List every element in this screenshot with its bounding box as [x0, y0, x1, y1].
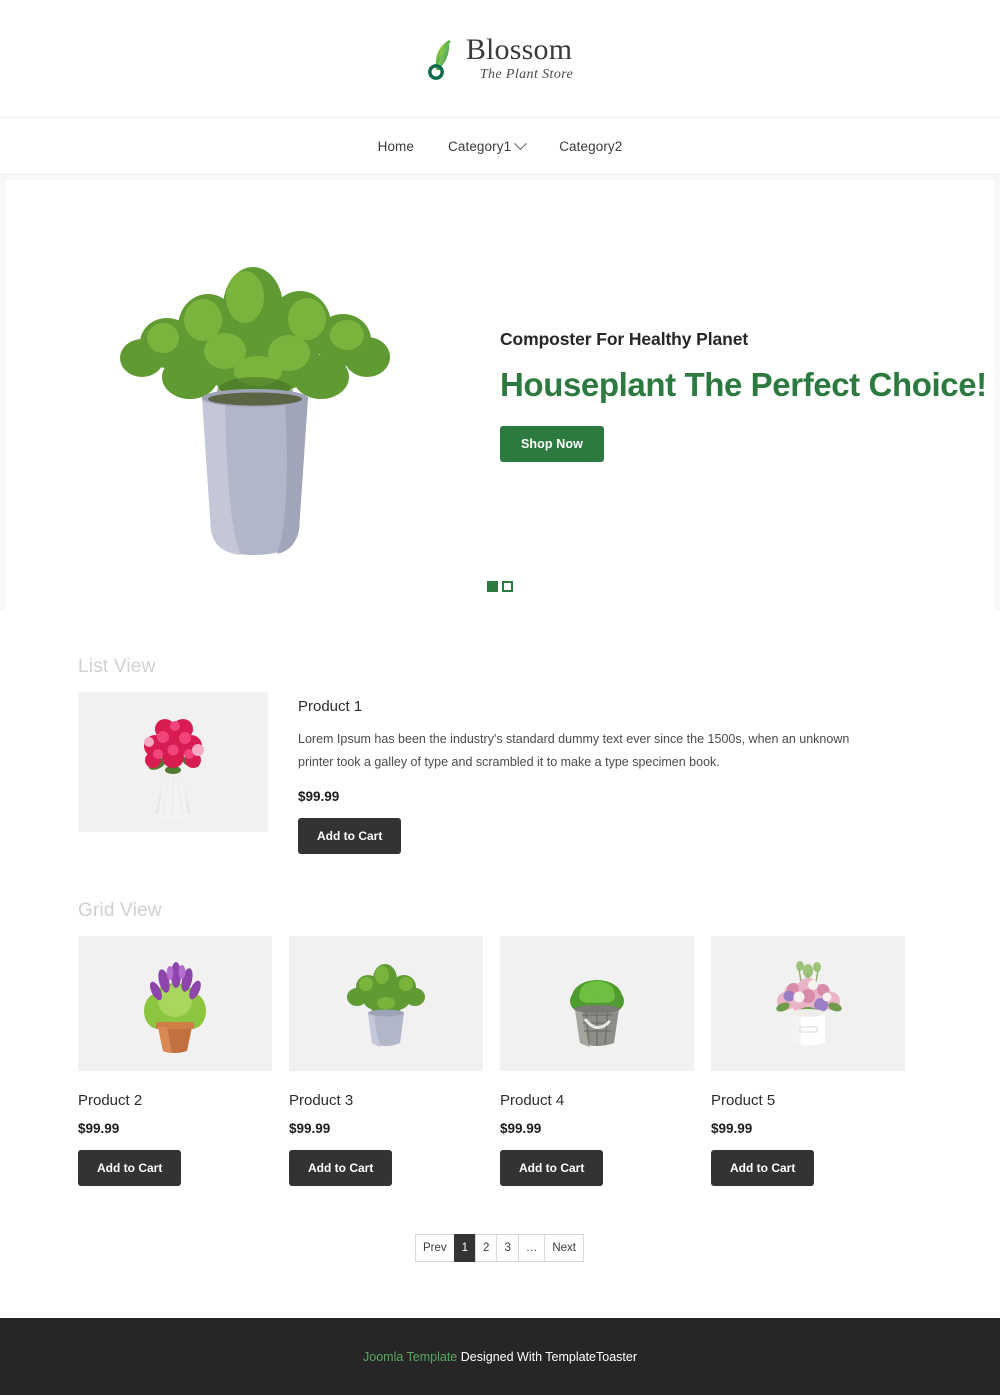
page-title: Houseplant The Perfect Choice! [500, 365, 987, 403]
product-grid: Product 2 $99.99 Add to Cart Product 3 $… [78, 936, 922, 1187]
leaf-sprout-icon [427, 37, 457, 81]
nav-label: Category2 [559, 138, 623, 154]
product-name: Product 1 [298, 698, 363, 715]
brand-name: Blossom [465, 33, 573, 66]
footer-credit: Joomla Template Designed With TemplateTo… [363, 1350, 637, 1364]
add-to-cart-button[interactable]: Add to Cart [500, 1150, 604, 1187]
product-price: $99.99 [78, 1121, 120, 1137]
product-image-3[interactable] [289, 936, 483, 1072]
product-description: Lorem Ipsum has been the industry's stan… [298, 732, 850, 770]
hero-subtitle: Composter For Healthy Planet [500, 328, 749, 349]
pagination-page-1[interactable]: 1 [453, 1234, 477, 1263]
product-card: Product 5 $99.99 Add to Cart [711, 936, 905, 1187]
add-to-cart-button[interactable]: Add to Cart [78, 1150, 182, 1187]
product-name: Product 3 [289, 1092, 354, 1110]
chevron-down-icon [514, 136, 528, 150]
brand-tagline: The Plant Store [479, 67, 574, 82]
product-card: Product 3 $99.99 Add to Cart [289, 936, 483, 1187]
pagination-prev[interactable]: Prev [414, 1234, 455, 1263]
hero-image [5, 180, 485, 610]
pagination-ellipsis[interactable]: … [517, 1234, 546, 1263]
product-price: $99.99 [500, 1121, 542, 1137]
nav-item-category2[interactable]: Category2 [559, 139, 622, 154]
main-navigation: Home Category1 Category2 [0, 118, 1000, 175]
nav-item-category1[interactable]: Category1 [448, 136, 528, 154]
product-image-1[interactable] [78, 692, 268, 832]
main-content: List View Product 1 Lorem Ipsum has been… [0, 610, 1000, 1263]
brand-logo[interactable]: Blossom The Plant Store [427, 35, 573, 82]
pagination-page-3[interactable]: 3 [496, 1234, 519, 1263]
product-card: Product 4 $99.99 Add to Cart [500, 936, 694, 1187]
grid-view-heading: Grid View [78, 900, 162, 922]
product-name: Product 4 [500, 1092, 565, 1110]
nav-label: Home [377, 138, 415, 154]
product-price: $99.99 [711, 1121, 753, 1137]
add-to-cart-button[interactable]: Add to Cart [711, 1150, 815, 1187]
carousel-dot-2[interactable] [502, 581, 513, 592]
site-footer: Joomla Template Designed With TemplateTo… [0, 1318, 1000, 1395]
product-image-4[interactable] [500, 936, 694, 1072]
nav-item-home[interactable]: Home [378, 139, 414, 154]
product-name: Product 2 [78, 1092, 143, 1110]
footer-text: Designed With TemplateToaster [457, 1349, 637, 1364]
product-image-2[interactable] [78, 936, 272, 1072]
add-to-cart-button[interactable]: Add to Cart [298, 818, 402, 855]
hero-carousel: Composter For Healthy Planet Houseplant … [0, 175, 1000, 610]
product-image-5[interactable] [711, 936, 905, 1072]
product-price: $99.99 [298, 789, 340, 805]
product-name: Product 5 [711, 1092, 776, 1110]
nav-label: Category1 [448, 138, 512, 154]
carousel-dot-1[interactable] [487, 581, 498, 592]
carousel-indicators [5, 581, 995, 592]
pagination-page-2[interactable]: 2 [475, 1234, 498, 1263]
shop-now-button[interactable]: Shop Now [500, 425, 604, 462]
list-view-heading: List View [78, 656, 156, 677]
pagination: Prev 1 2 3 … Next [78, 1234, 922, 1263]
footer-link[interactable]: Joomla Template [363, 1350, 457, 1364]
site-header: Blossom The Plant Store [0, 0, 1000, 118]
pagination-next[interactable]: Next [544, 1234, 585, 1263]
add-to-cart-button[interactable]: Add to Cart [289, 1150, 393, 1187]
list-item: Product 1 Lorem Ipsum has been the indus… [78, 692, 922, 855]
product-price: $99.99 [289, 1121, 331, 1137]
product-card: Product 2 $99.99 Add to Cart [78, 936, 272, 1187]
